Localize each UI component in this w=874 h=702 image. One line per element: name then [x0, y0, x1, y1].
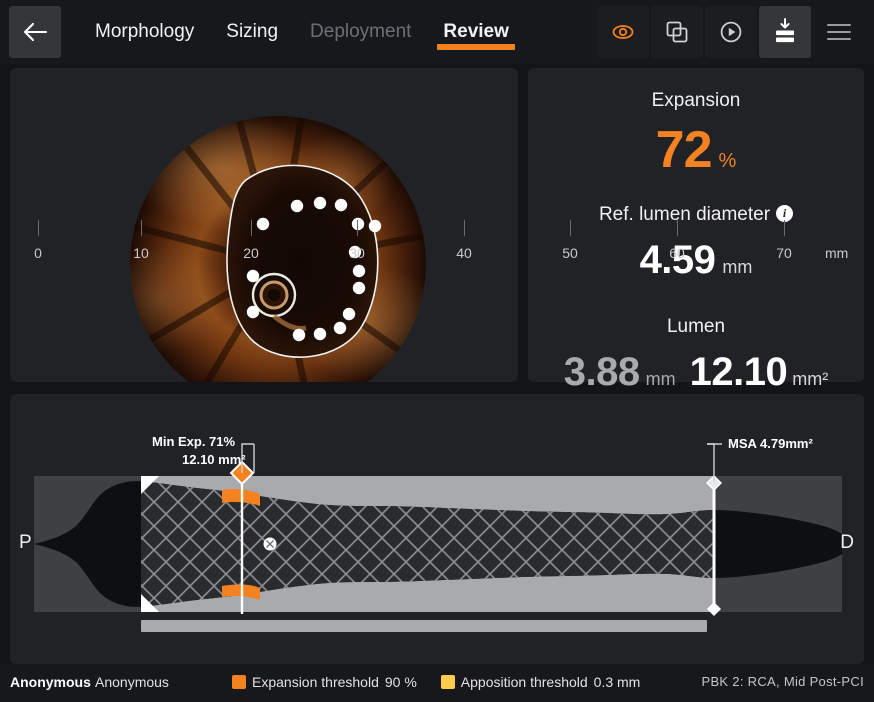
lumen-label: Lumen — [666, 316, 726, 337]
axis-label-50: 50 — [562, 245, 578, 261]
lumen-area-value: 12.10 — [689, 350, 788, 394]
min-exp-annotation-line2: 12.10 mm² — [182, 452, 246, 467]
lumen-diameter-value: 3.88 — [563, 350, 640, 394]
footer-bar: Anonymous Anonymous Expansion threshold … — [0, 664, 874, 702]
expansion-threshold-label: Expansion threshold — [252, 674, 379, 690]
current-frame-cursor[interactable] — [263, 537, 277, 551]
play-circle-icon — [720, 21, 742, 43]
axis-tick-30 — [357, 220, 358, 236]
copy-icon — [666, 21, 688, 43]
tab-active-underline — [437, 44, 515, 50]
longitudinal-stage: P D Min Exp. 71% 12.10 mm² MSA 4.79mm² — [10, 394, 864, 664]
download-layers-icon — [776, 18, 794, 43]
expansion-threshold-value: 90 % — [384, 674, 417, 690]
longitudinal-view-panel[interactable]: P D Min Exp. 71% 12.10 mm² MSA 4.79mm² — [10, 394, 864, 664]
tab-deployment-label: Deployment — [310, 21, 412, 42]
top-toolbar: Morphology Sizing Deployment Review — [0, 0, 874, 64]
apposition-threshold-swatch — [440, 675, 455, 689]
study-info-label: PBK 2: RCA, Mid Post-PCI — [701, 674, 864, 689]
apposition-threshold-value: 0.3 mm — [593, 674, 641, 690]
tab-morphology-label: Morphology — [95, 21, 195, 42]
axis-tick-70 — [784, 220, 785, 236]
axis-tick-40 — [464, 220, 465, 236]
pullback-progress-bar — [141, 620, 707, 632]
ref-lumen-diameter-label: Ref. lumen diameter i — [528, 204, 864, 226]
expansion-threshold-swatch — [232, 675, 246, 689]
expansion-label: Expansion — [651, 90, 741, 111]
measurements-panel: Expansion 72% Ref. lumen diameter i 4.59 m… — [528, 68, 864, 392]
lumen-area-unit: mm² — [792, 369, 829, 389]
ref-lumen-unit: mm — [722, 257, 753, 277]
axis-label-40: 40 — [456, 245, 472, 261]
tab-review[interactable]: Review — [427, 0, 524, 64]
visibility-button[interactable] — [597, 6, 649, 58]
arrow-left-icon — [23, 22, 48, 42]
axis-tick-20 — [251, 220, 252, 236]
play-button[interactable] — [705, 6, 757, 58]
expansion-unit: % — [718, 150, 737, 172]
ref-lumen-value-row: 4.59 mm — [528, 240, 864, 280]
expansion-value-row: 72% — [528, 124, 864, 176]
back-button[interactable] — [9, 6, 61, 58]
apposition-threshold-label: Apposition threshold — [460, 674, 588, 690]
hamburger-menu-icon — [827, 24, 851, 40]
axis-unit-label: mm — [825, 245, 849, 261]
axis-label-60: 60 — [669, 245, 685, 261]
threshold-legend: Expansion threshold 90 % Apposition thre… — [232, 674, 640, 690]
distal-label: D — [840, 532, 854, 553]
proximal-label: P — [19, 532, 32, 553]
oct-cross-section-panel[interactable]: F: 92 1 mm — [10, 68, 518, 382]
axis-label-70: 70 — [776, 245, 792, 261]
ref-lumen-diameter-text: Ref. lumen diameter — [598, 204, 771, 225]
tab-morphology[interactable]: Morphology — [79, 0, 210, 64]
tab-review-label: Review — [443, 21, 509, 42]
axis-label-10: 10 — [133, 245, 149, 261]
axis-tick-10 — [141, 220, 142, 236]
tab-sizing-label: Sizing — [226, 21, 279, 42]
msa-annotation: MSA 4.79mm² — [728, 436, 813, 451]
axis-label-0: 0 — [34, 245, 42, 261]
export-button[interactable] — [759, 6, 811, 58]
min-exp-annotation-line1: Min Exp. 71% — [152, 434, 236, 449]
axis-label-20: 20 — [243, 245, 259, 261]
axis-tick-0 — [38, 220, 39, 236]
axis-label-30: 30 — [349, 245, 365, 261]
patient-last-name: Anonymous — [10, 674, 91, 690]
oct-image-canvas — [10, 68, 518, 382]
lumen-value-row: 3.88 mm 12.10 mm² — [528, 352, 864, 392]
duplicate-button[interactable] — [651, 6, 703, 58]
longitudinal-canvas — [10, 394, 864, 664]
tab-sizing[interactable]: Sizing — [210, 0, 294, 64]
tab-deployment[interactable]: Deployment — [294, 0, 427, 64]
menu-button[interactable] — [813, 6, 865, 58]
tool-button-group — [597, 6, 865, 58]
axis-tick-60 — [677, 220, 678, 236]
expansion-value: 72 — [655, 121, 713, 179]
oct-image[interactable] — [10, 68, 518, 382]
tab-bar: Morphology Sizing Deployment Review — [79, 0, 525, 64]
eye-icon — [612, 25, 634, 39]
axis-tick-50 — [570, 220, 571, 236]
patient-first-name: Anonymous — [95, 674, 169, 690]
lumen-diameter-unit: mm — [645, 369, 676, 389]
